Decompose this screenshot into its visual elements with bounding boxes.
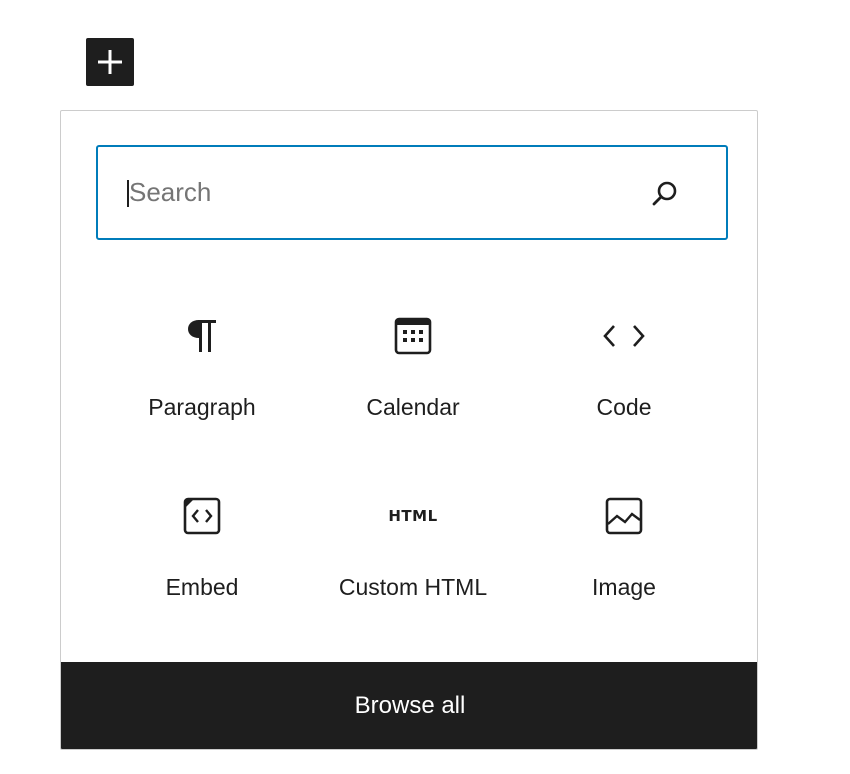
calendar-icon <box>394 317 432 355</box>
search-icon[interactable] <box>650 179 680 209</box>
embed-icon <box>183 497 221 535</box>
paragraph-icon <box>188 320 216 352</box>
add-block-button[interactable] <box>86 38 134 86</box>
search-box <box>96 145 728 240</box>
block-item-image[interactable]: Image <box>519 477 729 627</box>
plus-icon <box>98 50 122 74</box>
block-item-code[interactable]: Code <box>519 297 729 447</box>
block-item-label: Image <box>592 574 656 600</box>
block-item-paragraph[interactable]: Paragraph <box>97 297 307 447</box>
browse-all-button[interactable]: Browse all <box>61 662 757 749</box>
block-item-calendar[interactable]: Calendar <box>308 297 518 447</box>
block-item-label: Paragraph <box>148 394 256 420</box>
image-icon <box>605 497 643 535</box>
block-inserter-popover: Paragraph Calendar <box>60 110 758 750</box>
block-item-embed[interactable]: Embed <box>97 477 307 627</box>
block-item-label: Calendar <box>366 394 460 420</box>
block-item-custom-html[interactable]: HTML Custom HTML <box>308 477 518 627</box>
search-input[interactable] <box>129 147 629 238</box>
html-icon: HTML <box>388 507 438 525</box>
block-item-label: Embed <box>165 574 239 600</box>
block-item-label: Custom HTML <box>338 574 488 600</box>
code-icon <box>603 325 645 347</box>
block-item-label: Code <box>596 394 652 420</box>
